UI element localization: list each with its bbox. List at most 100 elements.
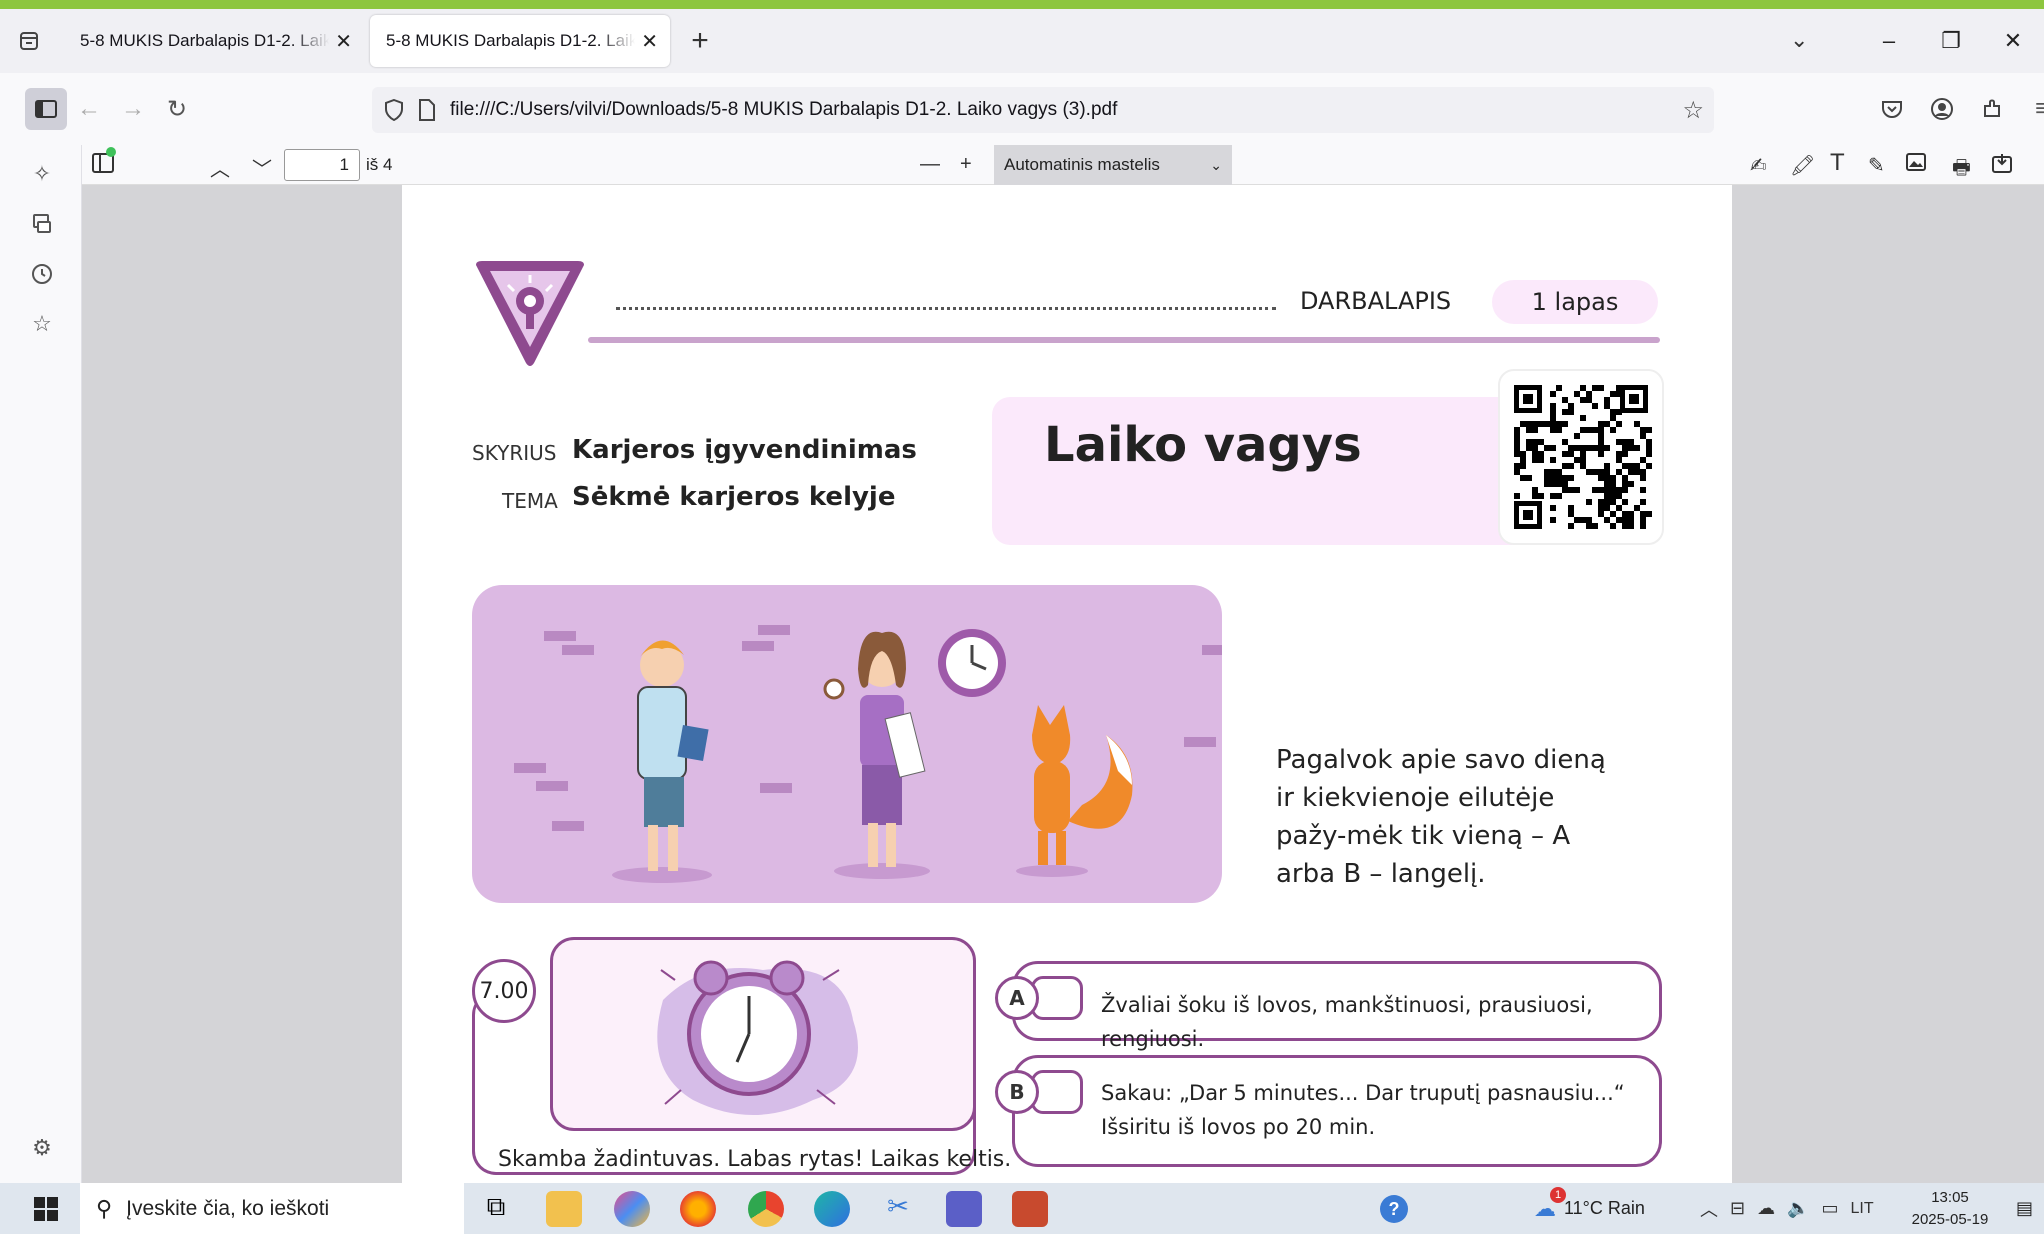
forward-button[interactable]: → bbox=[111, 87, 155, 131]
page-count: iš 4 bbox=[366, 155, 393, 174]
windows-logo-icon bbox=[34, 1196, 58, 1221]
page-label: 1 lapas bbox=[1492, 280, 1658, 324]
reload-button[interactable]: ↻ bbox=[155, 87, 199, 131]
pdf-viewer[interactable]: DARBALAPIS 1 lapas SKYRIUS Karjeros įgyv… bbox=[82, 185, 2044, 1183]
option-a-row: A Žvaliai šoku iš lovos, mankštinuosi, p… bbox=[995, 961, 1662, 1051]
topic-value: Sėkmė karjeros kelyje bbox=[572, 482, 896, 512]
clock-caption: Skamba žadintuvas. Labas rytas! Laikas k… bbox=[498, 1147, 1012, 1172]
back-button[interactable]: ← bbox=[67, 87, 111, 131]
firefox-icon[interactable] bbox=[680, 1191, 716, 1227]
save-download-icon[interactable] bbox=[1992, 153, 2014, 179]
minimize-icon[interactable]: – bbox=[1858, 28, 1920, 54]
tab-close-icon[interactable]: ✕ bbox=[335, 29, 352, 54]
window-close-icon[interactable]: ✕ bbox=[1982, 28, 2044, 54]
notifications-icon[interactable]: ▤ bbox=[2016, 1183, 2033, 1234]
worksheet-logo-icon bbox=[476, 261, 584, 366]
section-label: SKYRIUS bbox=[472, 441, 557, 465]
chevron-down-icon: ⌄ bbox=[1210, 156, 1222, 173]
tab-close-icon[interactable]: ✕ bbox=[641, 29, 658, 54]
name-dotted-line bbox=[616, 307, 1276, 310]
draw-icon[interactable]: ✎ bbox=[1868, 153, 1885, 178]
taskbar-search[interactable]: ⚲ Įveskite čia, ko ieškoti bbox=[80, 1183, 464, 1234]
characters-illustration-icon bbox=[514, 625, 1222, 883]
url-bar[interactable]: file:///C:/Users/vilvi/Downloads/5-8 MUK… bbox=[372, 87, 1714, 133]
zoom-select[interactable]: Automatinis mastelis ⌄ bbox=[994, 145, 1232, 185]
battery-icon[interactable]: ▭ bbox=[1822, 1198, 1839, 1219]
forward-arrow-icon: → bbox=[121, 95, 145, 122]
firefox-view-button[interactable] bbox=[0, 17, 58, 65]
previous-page-icon[interactable]: ︿ bbox=[210, 153, 230, 182]
toolbar-right: ≡ bbox=[1870, 73, 2044, 145]
windows-start-button[interactable] bbox=[0, 1183, 92, 1234]
clock-date: 2025-05-19 bbox=[1911, 1211, 1989, 1228]
sidebar-icon bbox=[35, 100, 57, 118]
pdf-page: DARBALAPIS 1 lapas SKYRIUS Karjeros įgyv… bbox=[402, 185, 1732, 1183]
page-number-input[interactable]: 1 bbox=[284, 149, 360, 181]
network-icon[interactable]: ⊟ bbox=[1730, 1198, 1745, 1219]
ai-chatbot-icon[interactable]: ✧ bbox=[27, 159, 57, 189]
edge-icon[interactable] bbox=[814, 1191, 850, 1227]
option-b-text: Sakau: „Dar 5 minutes... Dar truputį pas… bbox=[1101, 1081, 1625, 1139]
option-b-row: B Sakau: „Dar 5 minutes... Dar truputį p… bbox=[995, 1055, 1662, 1167]
tab-strip: 5-8 MUKIS Darbalapis D1-2. Laiko vagys (… bbox=[0, 9, 2044, 73]
zoom-in-icon[interactable]: + bbox=[960, 153, 972, 176]
account-icon[interactable] bbox=[1920, 87, 1964, 131]
new-tab-button[interactable]: + bbox=[678, 19, 722, 63]
weather-text: 11°C Rain bbox=[1564, 1198, 1645, 1218]
toggle-sidebar-icon[interactable] bbox=[92, 147, 116, 179]
tab-pdf-1[interactable]: 5-8 MUKIS Darbalapis D1-2. Laiko vagys (… bbox=[64, 15, 364, 67]
help-icon[interactable]: ? bbox=[1380, 1183, 1408, 1234]
extensions-icon[interactable] bbox=[1970, 87, 2014, 131]
qr-code bbox=[1498, 369, 1664, 545]
time-badge: 7.00 bbox=[472, 959, 536, 1023]
copilot-icon[interactable] bbox=[614, 1191, 650, 1227]
option-b-letter: B bbox=[995, 1070, 1039, 1114]
file-explorer-icon[interactable] bbox=[546, 1191, 582, 1227]
instructions-text: Pagalvok apie savo dieną ir kiekvienoje … bbox=[1276, 745, 1606, 889]
taskbar: ⚲ Įveskite čia, ko ieškoti ⧉ ✂ ? ☁ 1 11°… bbox=[0, 1183, 2044, 1234]
history-icon[interactable] bbox=[27, 259, 57, 289]
chrome-icon[interactable] bbox=[748, 1191, 784, 1227]
page-icon bbox=[419, 99, 435, 121]
signature-icon[interactable]: ✍ bbox=[1750, 153, 1767, 178]
tab-title: 5-8 MUKIS Darbalapis D1-2. Laiko vagys (… bbox=[386, 31, 636, 50]
firefox-view-icon bbox=[20, 32, 38, 50]
zoom-out-icon[interactable]: — bbox=[920, 153, 940, 176]
snipping-tool-icon[interactable]: ✂ bbox=[880, 1191, 916, 1227]
bookmarks-icon[interactable]: ☆ bbox=[27, 309, 57, 339]
settings-gear-icon[interactable]: ⚙ bbox=[27, 1133, 57, 1163]
notification-dot bbox=[106, 147, 116, 157]
synced-tabs-icon[interactable] bbox=[27, 209, 57, 239]
volume-icon[interactable]: 🔈 bbox=[1787, 1198, 1809, 1219]
print-icon[interactable]: 🖶 bbox=[1952, 153, 1971, 187]
language-indicator[interactable]: LIT bbox=[1851, 1200, 1874, 1218]
alarm-clock-box bbox=[550, 937, 976, 1131]
option-a-text: Žvaliai šoku iš lovos, mankštinuosi, pra… bbox=[1101, 993, 1593, 1051]
restore-icon[interactable]: ❐ bbox=[1920, 28, 1982, 54]
teams-icon[interactable] bbox=[946, 1191, 982, 1227]
text-tool-icon[interactable]: T bbox=[1830, 149, 1845, 177]
bookmark-star-icon[interactable]: ☆ bbox=[1682, 96, 1704, 125]
highlight-icon[interactable]: 🖍 bbox=[1790, 153, 1815, 178]
image-icon[interactable] bbox=[1906, 153, 1926, 177]
back-arrow-icon: ← bbox=[77, 95, 101, 122]
taskbar-clock[interactable]: 13:05 2025-05-19 bbox=[1900, 1187, 2000, 1231]
browser-window: 5-8 MUKIS Darbalapis D1-2. Laiko vagys (… bbox=[0, 9, 2044, 1183]
section-value: Karjeros įgyvendinimas bbox=[572, 435, 917, 465]
weather-widget[interactable]: ☁ 1 11°C Rain bbox=[1534, 1183, 1645, 1234]
sidebar-toggle-button[interactable] bbox=[25, 88, 67, 130]
powerpoint-icon[interactable] bbox=[1012, 1191, 1048, 1227]
pdf-toolbar: ︿ ﹀ 1 iš 4 — + Automatinis mastelis ⌄ ✍ … bbox=[82, 145, 2044, 185]
next-page-icon[interactable]: ﹀ bbox=[252, 153, 272, 182]
pocket-icon[interactable] bbox=[1870, 87, 1914, 131]
task-view-icon[interactable]: ⧉ bbox=[478, 1191, 514, 1227]
shield-icon[interactable] bbox=[384, 99, 404, 121]
menu-icon[interactable]: ≡ bbox=[2020, 87, 2044, 131]
cloud-icon[interactable]: ☁ bbox=[1757, 1198, 1775, 1219]
chevron-up-icon[interactable]: ︿ bbox=[1700, 1196, 1718, 1222]
tab-pdf-2[interactable]: 5-8 MUKIS Darbalapis D1-2. Laiko vagys (… bbox=[370, 15, 670, 67]
list-all-tabs-icon[interactable]: ⌄ bbox=[1790, 27, 1808, 53]
worksheet-label: DARBALAPIS bbox=[1300, 287, 1452, 315]
qr-code-icon bbox=[1514, 385, 1652, 529]
url-text: file:///C:/Users/vilvi/Downloads/5-8 MUK… bbox=[450, 99, 1118, 120]
